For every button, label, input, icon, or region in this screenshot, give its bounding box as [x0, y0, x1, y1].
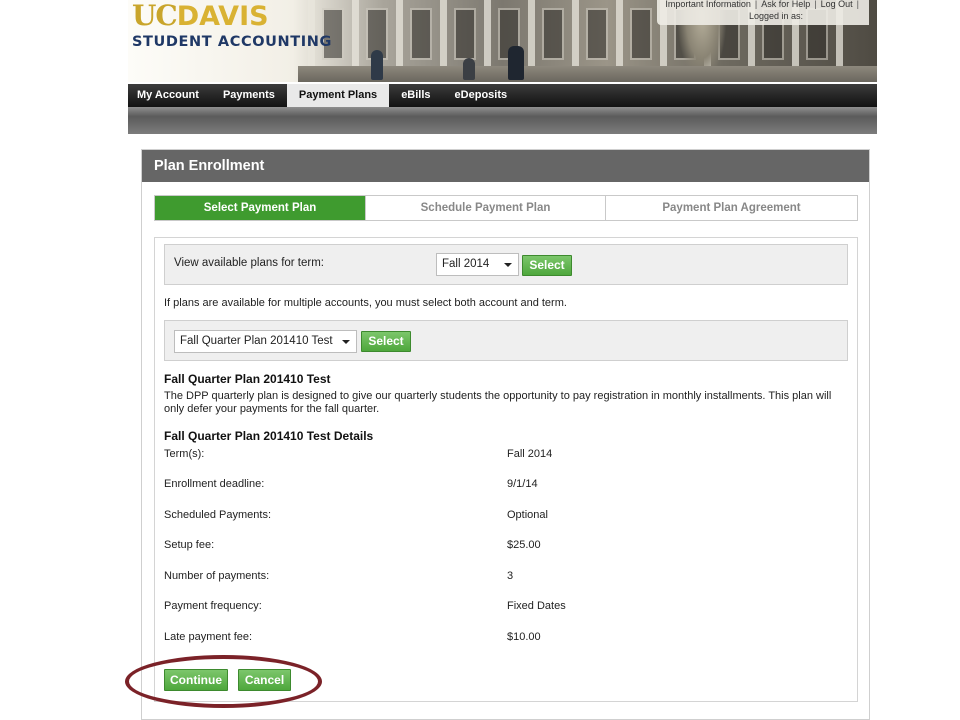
logo-uc-text: UC [132, 0, 178, 32]
detail-value: $10.00 [507, 631, 541, 643]
term-select-value: Fall 2014 [442, 258, 490, 270]
detail-label: Setup fee: [164, 539, 215, 551]
term-select-button[interactable]: Select [522, 255, 572, 276]
step-schedule-payment-plan[interactable]: Schedule Payment Plan [365, 196, 605, 220]
important-information-link[interactable]: Important Information [665, 0, 751, 9]
detail-label: Payment frequency: [164, 600, 262, 612]
highlight-ring [125, 655, 322, 708]
detail-label: Number of payments: [164, 570, 270, 582]
term-select[interactable]: Fall 2014 [436, 253, 519, 276]
detail-value: 9/1/14 [507, 478, 538, 490]
chevron-down-icon [504, 263, 512, 267]
panel-title: Plan Enrollment [142, 150, 869, 182]
plan-selector-box: Fall Quarter Plan 201410 Test Select [164, 320, 848, 361]
detail-label: Late payment fee: [164, 631, 253, 643]
nav-ebills[interactable]: eBills [389, 84, 442, 107]
plan-name: Fall Quarter Plan 201410 Test [164, 372, 331, 386]
enrollment-steps: Select Payment Plan Schedule Payment Pla… [154, 195, 858, 221]
main-nav: My Account Payments Payment Plans eBills… [128, 84, 877, 107]
detail-value: Fall 2014 [507, 448, 553, 460]
nav-edeposits[interactable]: eDeposits [443, 84, 520, 107]
nav-payment-plans[interactable]: Payment Plans [286, 84, 390, 107]
step-payment-plan-agreement[interactable]: Payment Plan Agreement [605, 196, 857, 220]
step-select-payment-plan[interactable]: Select Payment Plan [155, 196, 365, 220]
detail-value: Fixed Dates [507, 600, 566, 612]
log-out-link[interactable]: Log Out [821, 0, 853, 9]
detail-value: $25.00 [507, 539, 541, 551]
chevron-down-icon [342, 340, 350, 344]
plan-select-value: Fall Quarter Plan 201410 Test [180, 335, 333, 347]
detail-label: Enrollment deadline: [164, 478, 265, 490]
detail-label: Term(s): [164, 448, 205, 460]
nav-my-account[interactable]: My Account [128, 84, 211, 107]
site-header: UCDAVIS STUDENT ACCOUNTING Important Inf… [128, 0, 877, 82]
detail-value: 3 [507, 570, 514, 582]
plan-select[interactable]: Fall Quarter Plan 201410 Test [174, 330, 357, 353]
logged-in-label: Logged in as: [748, 11, 803, 21]
ask-for-help-link[interactable]: Ask for Help [761, 0, 810, 9]
nav-payments[interactable]: Payments [211, 84, 287, 107]
plan-enrollment-panel: Plan Enrollment Select Payment Plan Sche… [141, 149, 870, 720]
multiple-accounts-note: If plans are available for multiple acco… [164, 297, 567, 309]
sub-nav-bar [128, 107, 877, 134]
plan-details-heading: Fall Quarter Plan 201410 Test Details [164, 429, 374, 443]
logo-davis-text: DAVIS [176, 1, 269, 32]
plan-select-button[interactable]: Select [361, 331, 411, 352]
term-selector-box: View available plans for term: Fall 2014… [164, 244, 848, 285]
detail-label: Scheduled Payments: [164, 509, 272, 521]
detail-value: Optional [507, 509, 548, 521]
plan-content: View available plans for term: Fall 2014… [154, 237, 858, 702]
logo-subtitle: STUDENT ACCOUNTING [132, 34, 332, 50]
term-selector-label: View available plans for term: [174, 257, 324, 269]
uc-davis-logo[interactable]: UCDAVIS STUDENT ACCOUNTING [132, 0, 332, 51]
plan-description: The DPP quarterly plan is designed to gi… [164, 390, 832, 415]
utility-links: Important Information | Ask for Help | Log O… [657, 0, 869, 25]
